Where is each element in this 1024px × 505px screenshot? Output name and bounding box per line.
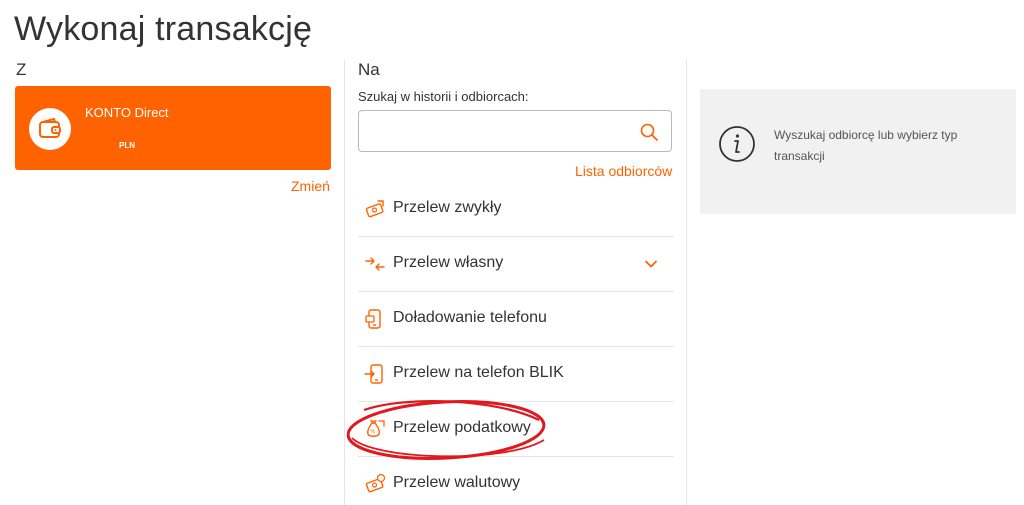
phone-topup-icon	[365, 309, 381, 329]
own-transfer-arrows-icon	[365, 257, 385, 271]
page-title: Wykonaj transakcję	[14, 10, 313, 48]
search-icon[interactable]	[639, 122, 659, 142]
tax-bag-icon: %	[367, 420, 385, 437]
transaction-item-own[interactable]: Przelew własny	[358, 237, 674, 292]
transaction-item-regular[interactable]: Przelew zwykły	[358, 182, 674, 237]
svg-text:%: %	[371, 429, 376, 435]
search-input[interactable]	[369, 119, 633, 145]
account-card[interactable]: KONTO Direct PLN	[15, 86, 331, 170]
transaction-label: Przelew podatkowy	[393, 419, 531, 436]
money-transfer-icon	[365, 200, 384, 218]
column-divider-left	[344, 60, 345, 505]
from-label: Z	[16, 60, 27, 79]
account-name: KONTO Direct	[85, 105, 169, 120]
chevron-down-icon[interactable]	[644, 257, 658, 271]
transaction-label: Doładowanie telefonu	[393, 309, 547, 326]
transaction-label: Przelew walutowy	[393, 474, 521, 491]
info-panel: Wyszukaj odbiorcę lub wybierz typ transa…	[700, 89, 1016, 214]
transaction-item-tax[interactable]: % Przelew podatkowy	[358, 402, 674, 457]
currency-transfer-icon	[365, 473, 386, 493]
page: Wykonaj transakcję Z KONTO Direct PLN Zm…	[0, 0, 1024, 505]
transaction-label: Przelew własny	[393, 254, 504, 271]
search-field[interactable]	[358, 110, 672, 152]
search-label: Szukaj w historii i odbiorcach:	[358, 89, 529, 104]
transaction-label: Przelew na telefon BLIK	[393, 364, 564, 381]
account-currency: PLN	[119, 141, 135, 150]
column-divider-right	[686, 60, 687, 505]
transaction-type-list: Przelew zwykły Przelew własny Doładowani…	[358, 182, 674, 505]
transaction-item-phone-topup[interactable]: Doładowanie telefonu	[358, 292, 674, 347]
phone-blik-icon	[364, 364, 383, 384]
transaction-item-blik[interactable]: Przelew na telefon BLIK	[358, 347, 674, 402]
info-message: Wyszukaj odbiorcę lub wybierz typ transa…	[774, 128, 958, 163]
recipients-list-link[interactable]: Lista odbiorców	[575, 163, 672, 179]
to-label: Na	[358, 60, 380, 79]
change-account-link[interactable]: Zmień	[291, 178, 330, 194]
wallet-icon	[29, 108, 71, 150]
transaction-item-currency[interactable]: Przelew walutowy	[358, 457, 674, 505]
info-icon	[719, 126, 755, 162]
transaction-label: Przelew zwykły	[393, 199, 502, 216]
